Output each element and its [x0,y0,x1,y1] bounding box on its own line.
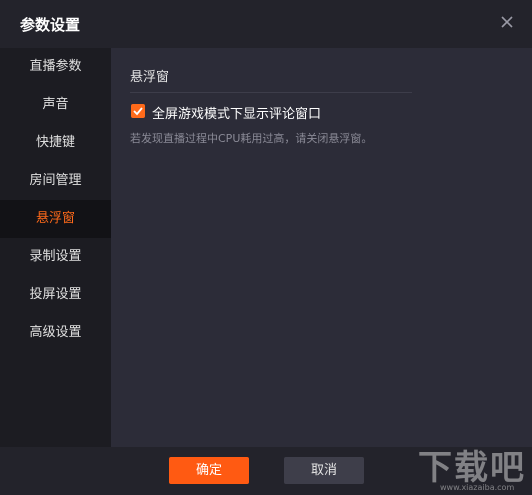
sidebar-item-recording[interactable]: 录制设置 [0,238,111,276]
title-bar: 参数设置 [0,0,532,48]
settings-panel: 悬浮窗 全屏游戏模式下显示评论窗口 若发现直播过程中CPU耗用过高，请关闭悬浮窗… [111,48,532,447]
sidebar-item-screen-cast[interactable]: 投屏设置 [0,276,111,314]
close-icon[interactable] [498,13,516,31]
sidebar-item-shortcuts[interactable]: 快捷键 [0,124,111,162]
window-title: 参数设置 [20,16,81,34]
sidebar-item-sound[interactable]: 声音 [0,86,111,124]
cancel-button[interactable]: 取消 [284,457,364,484]
checkmark-icon [133,107,143,116]
ok-button[interactable]: 确定 [169,457,249,484]
sidebar-item-advanced[interactable]: 高级设置 [0,314,111,352]
cpu-hint-text: 若发现直播过程中CPU耗用过高，请关闭悬浮窗。 [130,132,373,145]
watermark-url: www.xiazaiba.com [440,483,515,492]
sidebar-item-live-params[interactable]: 直播参数 [0,48,111,86]
divider [130,92,412,93]
show-comments-checkbox[interactable] [131,104,145,118]
section-title: 悬浮窗 [130,70,170,85]
show-comments-label[interactable]: 全屏游戏模式下显示评论窗口 [152,103,321,122]
sidebar-item-room-management[interactable]: 房间管理 [0,162,111,200]
watermark-logo: 下载吧 [418,448,526,488]
sidebar: 直播参数 声音 快捷键 房间管理 悬浮窗 录制设置 投屏设置 高级设置 [0,48,111,447]
sidebar-item-floating-window[interactable]: 悬浮窗 [0,200,111,238]
